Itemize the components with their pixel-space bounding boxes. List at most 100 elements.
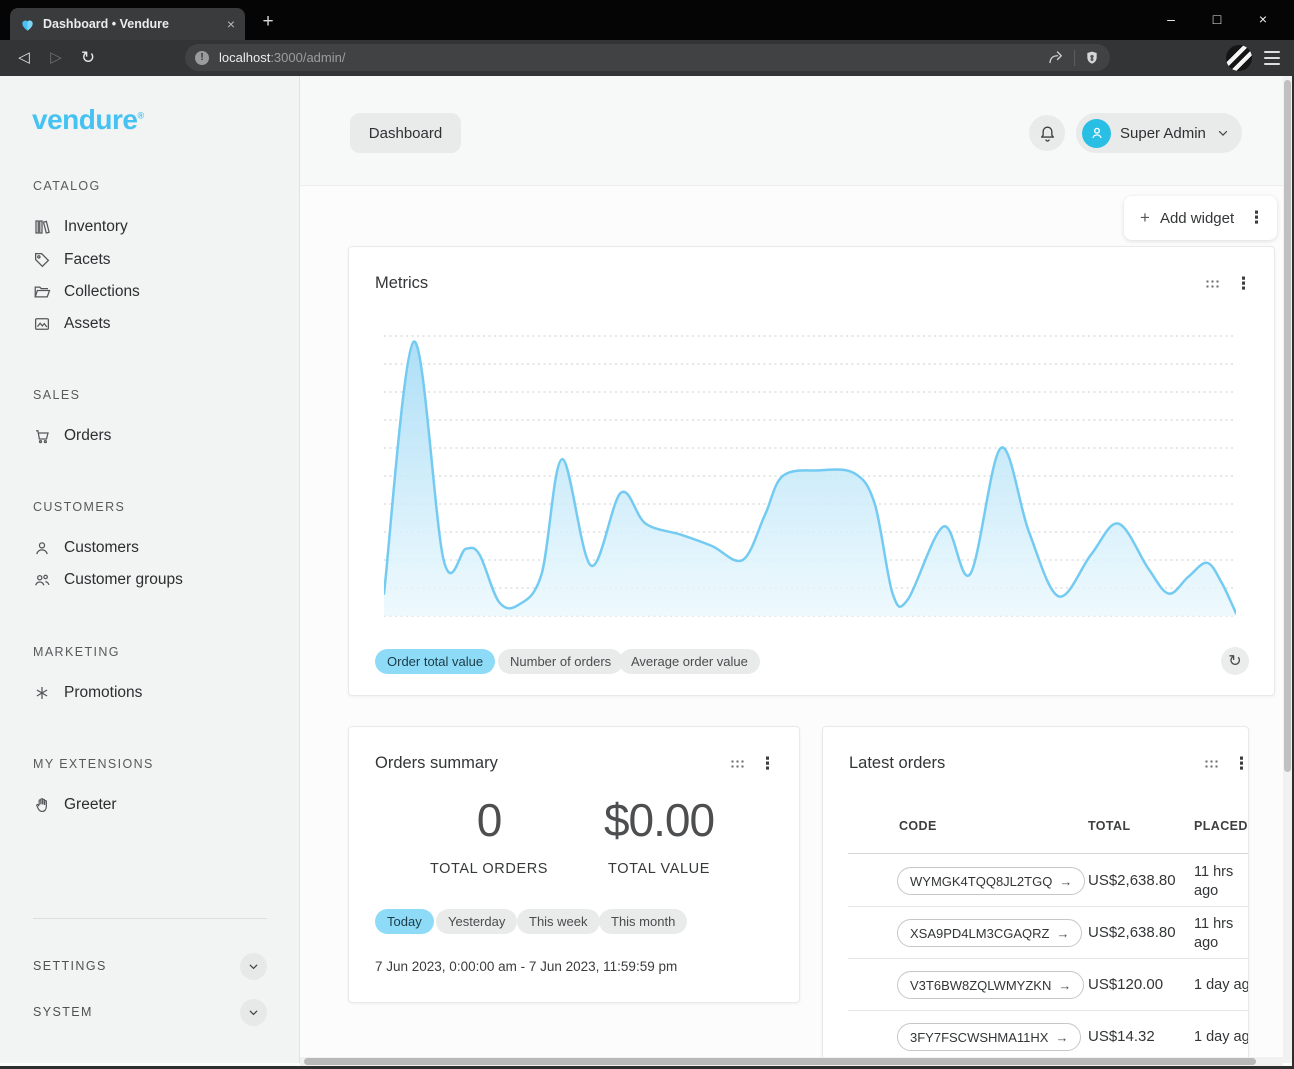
section-label-catalog: CATALOG (33, 179, 101, 193)
range-tab-today[interactable]: Today (375, 909, 434, 934)
site-info-icon[interactable]: ! (195, 51, 209, 65)
widget-menu-icon[interactable]: ⋮ (1233, 757, 1249, 771)
widget-title: Latest orders (849, 754, 945, 773)
range-tab-this-week[interactable]: This week (517, 909, 600, 934)
sidebar-section-system[interactable]: SYSTEM (33, 996, 267, 1028)
page-header: Dashboard Super Admin (300, 76, 1283, 186)
sidebar-item-greeter[interactable]: Greeter (33, 789, 117, 821)
window-controls: – □ × (1148, 0, 1286, 38)
header-separator (848, 853, 1249, 854)
url-host: localhost (219, 50, 270, 65)
range-tab-this-month[interactable]: This month (599, 909, 687, 934)
order-total: US$2,638.80 (1088, 924, 1176, 941)
sidebar-item-assets[interactable]: Assets (33, 308, 111, 340)
bell-icon (1038, 124, 1057, 143)
vertical-scrollbar[interactable] (1283, 76, 1292, 1063)
order-code-button[interactable]: V3T6BW8ZQLWMYZKN→ (897, 971, 1084, 999)
sidebar-item-label: Greeter (64, 796, 117, 814)
section-label-sales: SALES (33, 388, 80, 402)
range-tab-yesterday[interactable]: Yesterday (436, 909, 517, 934)
horizontal-scrollbar-thumb[interactable] (304, 1058, 1256, 1065)
inventory-icon (33, 218, 51, 236)
brave-shield-icon[interactable] (1084, 50, 1100, 66)
widget-menu-icon[interactable]: ⋮ (759, 757, 776, 771)
user-name: Super Admin (1120, 125, 1207, 142)
total-orders-value: 0 (404, 793, 574, 847)
chevron-down-icon (247, 960, 260, 973)
add-widget-panel: + Add widget ⋮ (1124, 196, 1277, 240)
arrow-right-icon: → (1055, 1030, 1068, 1045)
customers-icon (33, 539, 51, 557)
notifications-button[interactable] (1029, 115, 1065, 151)
settings-label: SETTINGS (33, 959, 107, 973)
url-path: :3000/admin/ (270, 50, 345, 65)
url-bar[interactable]: ! localhost :3000/admin/ (185, 44, 1110, 71)
window-minimize-button[interactable]: – (1148, 0, 1194, 38)
sidebar-section-settings[interactable]: SETTINGS (33, 950, 267, 982)
browser-tab[interactable]: Dashboard • Vendure × (10, 8, 245, 40)
share-icon[interactable] (1047, 49, 1065, 67)
drag-handle-icon[interactable] (730, 759, 744, 769)
browser-profile-avatar[interactable] (1226, 45, 1252, 71)
column-header-placed-at: PLACED AT (1194, 819, 1249, 833)
metric-tab-average-order-value[interactable]: Average order value (619, 649, 760, 674)
system-label: SYSTEM (33, 1005, 93, 1019)
orders-icon (33, 427, 51, 445)
tab-close-icon[interactable]: × (227, 16, 235, 32)
settings-expand-button[interactable] (240, 953, 267, 980)
refresh-button[interactable]: ↻ (1221, 647, 1249, 675)
add-widget-button[interactable]: Add widget (1160, 210, 1238, 227)
breadcrumb[interactable]: Dashboard (350, 113, 461, 153)
new-tab-button[interactable]: + (256, 10, 280, 34)
arrow-right-icon: → (1058, 978, 1071, 993)
metric-tab-number-of-orders[interactable]: Number of orders (498, 649, 623, 674)
order-placed-at: 11 hrs ago (1194, 863, 1249, 901)
vendure-favicon-icon (20, 17, 35, 32)
chevron-down-icon (1216, 126, 1230, 140)
sidebar-divider (33, 918, 267, 919)
user-menu[interactable]: Super Admin (1076, 113, 1242, 153)
window-close-button[interactable]: × (1240, 0, 1286, 38)
sidebar-item-facets[interactable]: Facets (33, 244, 111, 276)
sidebar-item-collections[interactable]: Collections (33, 276, 140, 308)
greeter-icon (33, 796, 51, 814)
browser-toolbar: ◁ ▷ ↻ ! localhost :3000/admin/ (0, 40, 1294, 76)
drag-handle-icon[interactable] (1204, 759, 1218, 769)
column-header-code: CODE (899, 819, 937, 833)
vertical-scrollbar-thumb[interactable] (1284, 80, 1291, 772)
total-value-label: TOTAL VALUE (574, 861, 744, 877)
sidebar-item-label: Customers (64, 539, 139, 557)
order-total: US$14.32 (1088, 1028, 1155, 1045)
reload-button[interactable]: ↻ (76, 46, 100, 70)
order-code-button[interactable]: XSA9PD4LM3CGAQRZ→ (897, 919, 1082, 947)
metrics-chart (384, 331, 1236, 623)
system-expand-button[interactable] (240, 999, 267, 1026)
order-total: US$2,638.80 (1088, 872, 1176, 889)
sidebar-item-label: Orders (64, 427, 111, 445)
sidebar-item-customers[interactable]: Customers (33, 532, 139, 564)
sidebar-item-label: Assets (64, 315, 111, 333)
order-code-button[interactable]: 3FY7FSCWSHMA11HX→ (897, 1023, 1081, 1051)
row-separator (848, 1010, 1249, 1011)
order-code-button[interactable]: WYMGK4TQQ8JL2TGQ→ (897, 867, 1085, 895)
chevron-down-icon (247, 1006, 260, 1019)
avatar (1082, 119, 1111, 148)
back-button[interactable]: ◁ (12, 46, 36, 70)
widget-title: Metrics (375, 274, 428, 293)
add-widget-kebab-icon[interactable]: ⋮ (1248, 211, 1265, 225)
drag-handle-icon[interactable] (1205, 279, 1219, 289)
sidebar-item-promotions[interactable]: Promotions (33, 677, 142, 709)
arrow-right-icon: → (1056, 926, 1069, 941)
horizontal-scrollbar[interactable] (300, 1057, 1283, 1066)
sidebar-item-label: Collections (64, 283, 140, 301)
order-placed-at: 1 day ago (1194, 1028, 1249, 1047)
window-maximize-button[interactable]: □ (1194, 0, 1240, 38)
sidebar-item-customer-groups[interactable]: Customer groups (33, 564, 183, 596)
browser-menu-icon[interactable] (1264, 49, 1280, 67)
sidebar-item-orders[interactable]: Orders (33, 420, 111, 452)
vendure-admin-app: vendure® CATALOG Inventory Facets Collec… (0, 76, 1294, 1066)
sidebar-item-inventory[interactable]: Inventory (33, 211, 128, 243)
metric-tab-order-total-value[interactable]: Order total value (375, 649, 495, 674)
widget-menu-icon[interactable]: ⋮ (1235, 277, 1252, 291)
forward-button[interactable]: ▷ (44, 46, 68, 70)
